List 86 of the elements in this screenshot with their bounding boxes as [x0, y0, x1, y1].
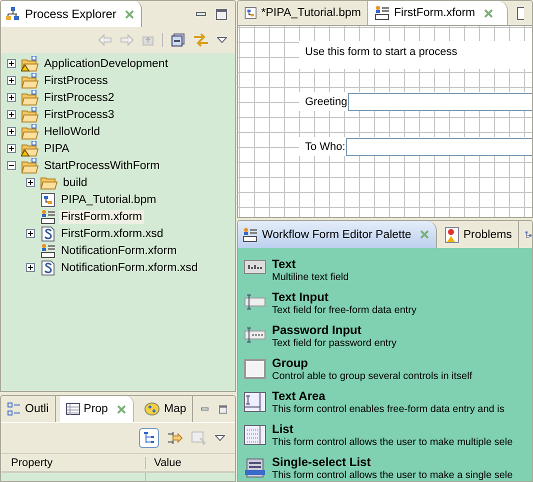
table-icon: [66, 403, 80, 415]
text-field-icon[interactable]: [244, 260, 266, 274]
palette-item-description: This form control enables free-form data entry and is: [272, 403, 504, 416]
tree-item[interactable]: PIPA_Tutorial.bpm: [59, 192, 158, 206]
expander-icon[interactable]: [7, 144, 16, 153]
palette-item-description: Text field for password entry: [272, 337, 396, 350]
diagram-file-icon: [40, 192, 56, 208]
maximize-icon[interactable]: [216, 8, 227, 20]
text-area-icon[interactable]: [244, 392, 266, 412]
project-folder-icon: [21, 106, 39, 122]
map-icon: [144, 402, 160, 416]
diagram-file-icon: [244, 5, 258, 21]
input-field[interactable]: [348, 92, 532, 110]
view-menu-icon[interactable]: [215, 435, 225, 441]
schema-file-icon: [40, 226, 56, 242]
palette-item-title[interactable]: Text: [272, 258, 349, 271]
tree-item[interactable]: ApplicationDevelopment: [42, 56, 170, 70]
folder-icon: [40, 174, 58, 190]
tree-item[interactable]: build: [61, 176, 90, 190]
tree-view-button-icon[interactable]: [139, 428, 159, 448]
form-heading: Use this form to start a process: [299, 41, 532, 69]
tree-item[interactable]: StartProcessWithForm: [42, 158, 162, 172]
palette-item-title[interactable]: Password Input: [272, 324, 396, 337]
maximize-icon[interactable]: [218, 404, 227, 414]
hierarchy-icon: [5, 6, 21, 22]
tree-item[interactable]: FirstForm.xform: [59, 210, 144, 224]
project-folder-icon: [21, 72, 39, 88]
expander-icon[interactable]: [7, 110, 16, 119]
form-file-icon: [242, 226, 258, 242]
tree-item[interactable]: FirstProcess2: [42, 90, 116, 104]
tree-item[interactable]: FirstProcess: [42, 74, 110, 88]
file-icon[interactable]: [516, 5, 524, 21]
expander-icon[interactable]: [7, 127, 16, 136]
view-tab[interactable]: Prop: [60, 396, 134, 422]
expander-icon[interactable]: [26, 178, 35, 187]
list-box-icon[interactable]: [244, 458, 266, 478]
problems-icon: [445, 226, 460, 242]
expander-icon[interactable]: [26, 229, 35, 238]
project-folder-icon: [21, 56, 39, 72]
view-menu-icon[interactable]: [217, 37, 227, 43]
form-file-icon: [374, 5, 390, 21]
palette-item-description: This form control allows the user to make a single sele: [272, 469, 513, 481]
field-label: To Who:: [305, 140, 346, 152]
palette-item-description: Text field for free-form data entry: [272, 304, 417, 317]
form-file-icon: [40, 242, 56, 258]
tree-item[interactable]: FirstForm.xform.xsd: [59, 226, 166, 240]
tree-item[interactable]: FirstProcess3: [42, 108, 116, 122]
tree-item[interactable]: NotificationForm.xform: [59, 244, 179, 258]
collapse-all-icon[interactable]: [171, 33, 185, 47]
outline-icon: [7, 402, 21, 416]
view-tab[interactable]: Problems: [441, 221, 519, 248]
palette-item-title[interactable]: Text Input: [272, 291, 417, 304]
palette-item-description: This form control allows the user to make multiple sele: [272, 436, 513, 449]
editor-tab[interactable]: FirstForm.xform: [368, 1, 508, 25]
expander-icon[interactable]: [7, 161, 16, 170]
palette-item-description: Multiline text field: [272, 271, 349, 284]
group-box-icon[interactable]: [244, 359, 266, 379]
palette-item-description: Control able to group several controls in itself: [272, 370, 472, 383]
arrows-icon[interactable]: [167, 430, 183, 446]
project-folder-icon: [21, 158, 39, 174]
column-header[interactable]: Property: [1, 456, 146, 468]
form-file-icon: [40, 208, 56, 224]
schema-file-icon: [40, 260, 56, 276]
tree-item[interactable]: PIPA: [42, 142, 72, 156]
tree-item[interactable]: NotificationForm.xform.xsd: [59, 260, 200, 274]
expander-icon[interactable]: [7, 76, 16, 85]
expander-icon[interactable]: [7, 59, 16, 68]
project-folder-icon: [21, 140, 39, 156]
view-tab[interactable]: Workflow Form Editor Palette: [238, 221, 438, 248]
expander-icon[interactable]: [26, 263, 35, 272]
input-field-icon[interactable]: [244, 293, 266, 311]
minimize-icon[interactable]: [201, 407, 209, 411]
password-field-icon[interactable]: [244, 326, 266, 344]
palette-item-title[interactable]: Text Area: [272, 390, 504, 403]
palette-item-title[interactable]: List: [272, 423, 513, 436]
column-header[interactable]: Value: [146, 456, 182, 468]
palette-item-title[interactable]: Group: [272, 357, 472, 370]
project-folder-icon: [21, 90, 39, 106]
input-field[interactable]: [346, 138, 532, 156]
expander-icon[interactable]: [7, 93, 16, 102]
field-label: Greeting: [305, 96, 348, 108]
minimize-icon[interactable]: [196, 12, 206, 16]
tree-item[interactable]: HelloWorld: [42, 124, 102, 138]
project-folder-icon: [21, 124, 39, 140]
palette-item-title[interactable]: Single-select List: [272, 456, 513, 469]
list-box-icon[interactable]: [244, 425, 266, 445]
